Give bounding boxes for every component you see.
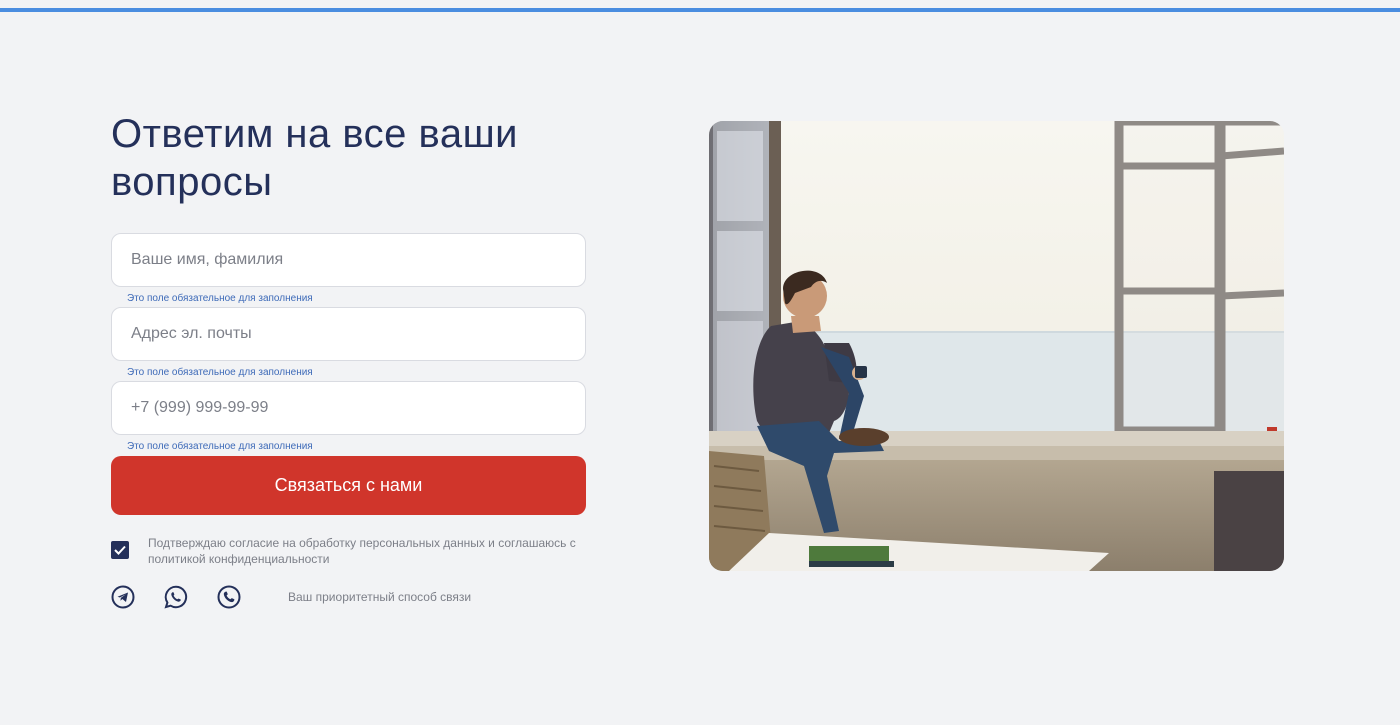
name-required-hint: Это поле обязательное для заполнения [127,293,313,304]
telegram-icon[interactable] [111,585,135,609]
phone-input[interactable] [131,399,566,417]
hero-photo [709,121,1284,571]
name-input[interactable] [131,251,566,269]
consent-checkbox[interactable] [111,541,129,559]
submit-button[interactable]: Связаться с нами [111,456,586,515]
email-input[interactable] [131,325,566,343]
phone-required-hint: Это поле обязательное для заполнения [127,441,313,452]
top-accent-bar [0,8,1400,12]
phone-icon[interactable] [217,585,241,609]
contact-methods: Ваш приоритетный способ связи [111,585,471,609]
consent-row: Подтверждаю согласие на обработку персон… [111,535,587,567]
man-at-window-illustration [709,121,1284,571]
check-icon [114,545,126,555]
phone-field[interactable] [111,381,586,435]
whatsapp-icon[interactable] [164,585,188,609]
contact-form: Ответим на все ваши вопросы Это поле обя… [111,110,587,609]
email-required-hint: Это поле обязательное для заполнения [127,367,313,378]
page-title: Ответим на все ваши вопросы [111,112,519,204]
contact-method-label: Ваш приоритетный способ связи [288,590,472,604]
email-field[interactable] [111,307,586,361]
consent-text: Подтверждаю согласие на обработку персон… [148,536,576,566]
name-field[interactable] [111,233,586,287]
